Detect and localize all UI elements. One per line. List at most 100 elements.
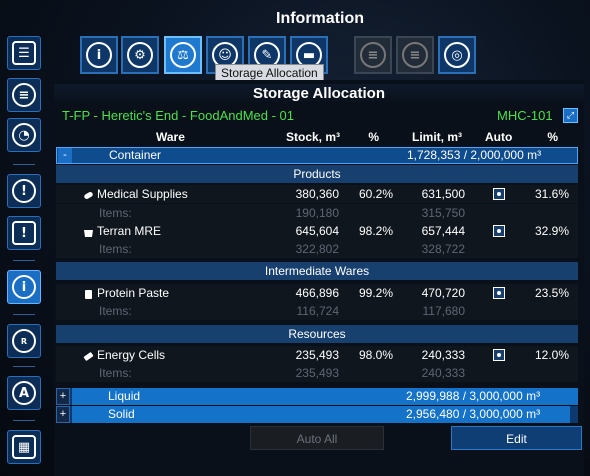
items-label: Items: bbox=[99, 304, 132, 318]
target-icon: ◎ bbox=[444, 42, 470, 68]
items-limit: 328,722 bbox=[421, 242, 465, 256]
sidebar-missions-button[interactable]: ! bbox=[7, 216, 41, 250]
expand-button[interactable]: ⤢ bbox=[563, 108, 578, 123]
section-resources: Resources bbox=[56, 325, 578, 343]
auto-checkbox[interactable] bbox=[493, 225, 505, 237]
column-limit[interactable]: Limit, m³ bbox=[390, 128, 462, 146]
mission-icon: ! bbox=[12, 221, 36, 245]
sidebar-divider bbox=[13, 164, 35, 165]
list-icon: ≡ bbox=[360, 42, 386, 68]
items-limit: 240,333 bbox=[421, 366, 465, 380]
ware-stock: 645,604 bbox=[295, 224, 339, 238]
storage-icon: ⚖ bbox=[170, 42, 196, 68]
items-limit: 315,750 bbox=[421, 206, 465, 220]
edit-button[interactable]: Edit bbox=[451, 426, 582, 450]
container-storage-row[interactable]: - Container 1,728,353 / 2,000,000 m³ bbox=[56, 147, 578, 164]
sidebar-plot-button[interactable]: A bbox=[7, 376, 41, 410]
column-limit-pct[interactable]: % bbox=[540, 128, 558, 146]
ware-stock: 235,493 bbox=[295, 348, 339, 362]
liquid-storage-row[interactable]: + Liquid 2,999,988 / 3,000,000 m³ bbox=[56, 388, 578, 405]
ware-name: Terran MRE bbox=[97, 224, 162, 238]
items-stock: 116,724 bbox=[296, 304, 340, 318]
gear-icon: ⚙ bbox=[127, 42, 153, 68]
storage-label: Liquid bbox=[108, 389, 141, 403]
expand-button[interactable]: + bbox=[56, 388, 70, 405]
station-name: T-FP - Heretic's End - FoodAndMed - 01 bbox=[62, 108, 295, 123]
ware-stock-pct: 60.2% bbox=[358, 187, 393, 201]
expand-button[interactable]: + bbox=[56, 406, 70, 423]
column-auto[interactable]: Auto bbox=[485, 128, 512, 146]
list-icon: ≡ bbox=[12, 83, 36, 107]
items-stock: 235,493 bbox=[295, 366, 339, 380]
sidebar-property-list-button[interactable]: ≡ bbox=[7, 78, 41, 112]
auto-checkbox[interactable] bbox=[493, 287, 505, 299]
panel-title: Storage Allocation bbox=[54, 84, 584, 104]
list-icon: ≡ bbox=[402, 42, 428, 68]
ware-row[interactable]: Energy Cells 235,493 98.0% 240,333 12.0% bbox=[56, 346, 578, 364]
tab-info[interactable]: i bbox=[80, 36, 118, 74]
tab-disabled-1: ≡ bbox=[354, 36, 392, 74]
pill-icon bbox=[83, 188, 94, 199]
ware-limit[interactable]: 631,500 bbox=[411, 185, 465, 203]
ware-stock: 466,896 bbox=[295, 286, 339, 300]
ware-limit-pct: 31.6% bbox=[534, 187, 569, 201]
items-row: Items: 235,493 240,333 bbox=[56, 364, 578, 382]
ware-row[interactable]: Protein Paste 466,896 99.2% 470,720 23.5… bbox=[56, 284, 578, 302]
sidebar-rr-button[interactable]: R bbox=[7, 324, 41, 358]
window-title: Information bbox=[276, 10, 364, 27]
sidebar-divider bbox=[13, 366, 35, 367]
ware-limit-pct: 32.9% bbox=[534, 224, 569, 238]
column-ware[interactable]: Ware bbox=[156, 128, 185, 146]
sidebar-alert-button[interactable]: ! bbox=[7, 174, 41, 208]
items-stock: 322,802 bbox=[295, 242, 339, 256]
ware-stock-pct: 98.0% bbox=[358, 348, 393, 362]
items-limit: 117,680 bbox=[422, 304, 466, 318]
storage-usage: 2,999,988 / 3,000,000 m³ bbox=[406, 389, 541, 403]
auto-all-button: Auto All bbox=[250, 426, 384, 450]
expand-icon: ⤢ bbox=[566, 110, 575, 120]
crate-icon: ▦ bbox=[12, 435, 36, 459]
gauge-icon: ◔ bbox=[12, 123, 36, 147]
rr-icon: R bbox=[12, 329, 36, 353]
ware-stock-pct: 99.2% bbox=[358, 286, 393, 300]
auto-checkbox[interactable] bbox=[493, 349, 505, 361]
items-row: Items: 190,180 315,750 bbox=[56, 204, 578, 222]
ware-limit[interactable]: 240,333 bbox=[411, 346, 465, 364]
storage-usage: 1,728,353 / 2,000,000 m³ bbox=[407, 148, 542, 162]
ration-icon bbox=[83, 225, 94, 237]
left-sidebar: ☰ ≡ ◔ ! ! i R A ▦ bbox=[0, 0, 50, 476]
tab-logbook[interactable]: ◎ bbox=[438, 36, 476, 74]
storage-label: Container bbox=[109, 148, 162, 162]
ware-row[interactable]: Terran MRE 645,604 98.2% 657,444 32.9% bbox=[56, 222, 578, 240]
solid-storage-row[interactable]: + Solid 2,956,480 / 3,000,000 m³ bbox=[56, 406, 578, 423]
sidebar-divider bbox=[13, 260, 35, 261]
ware-row[interactable]: Medical Supplies 380,360 60.2% 631,500 3… bbox=[56, 185, 578, 203]
alert-icon: ! bbox=[12, 179, 36, 203]
sidebar-cargo-button[interactable]: ▦ bbox=[7, 430, 41, 464]
auto-checkbox[interactable] bbox=[493, 188, 505, 200]
ware-limit-pct: 12.0% bbox=[534, 348, 569, 362]
section-intermediate: Intermediate Wares bbox=[56, 262, 578, 280]
info-icon: i bbox=[86, 42, 112, 68]
ware-name: Protein Paste bbox=[97, 286, 170, 300]
sidebar-sensor-button[interactable]: ◔ bbox=[7, 118, 41, 152]
ware-name: Medical Supplies bbox=[97, 187, 188, 201]
ware-limit[interactable]: 657,444 bbox=[411, 222, 465, 240]
tab-settings[interactable]: ⚙ bbox=[121, 36, 159, 74]
ware-stock-pct: 98.2% bbox=[358, 224, 393, 238]
items-row: Items: 116,724 117,680 bbox=[56, 302, 578, 320]
items-stock: 190,180 bbox=[295, 206, 339, 220]
tab-storage-allocation[interactable]: ⚖ bbox=[164, 36, 202, 74]
ware-limit[interactable]: 470,720 bbox=[411, 284, 465, 302]
column-stock-pct[interactable]: % bbox=[365, 128, 379, 146]
sidebar-object-list-button[interactable]: ☰ bbox=[7, 36, 41, 70]
sidebar-info-button[interactable]: i bbox=[7, 270, 41, 304]
items-label: Items: bbox=[99, 206, 132, 220]
section-products: Products bbox=[56, 165, 578, 183]
sidebar-divider bbox=[13, 420, 35, 421]
storage-usage: 2,956,480 / 3,000,000 m³ bbox=[406, 407, 541, 421]
battery-icon bbox=[83, 349, 94, 361]
collapse-button[interactable]: - bbox=[58, 148, 72, 163]
sidebar-divider bbox=[13, 314, 35, 315]
column-stock[interactable]: Stock, m³ bbox=[270, 128, 340, 146]
